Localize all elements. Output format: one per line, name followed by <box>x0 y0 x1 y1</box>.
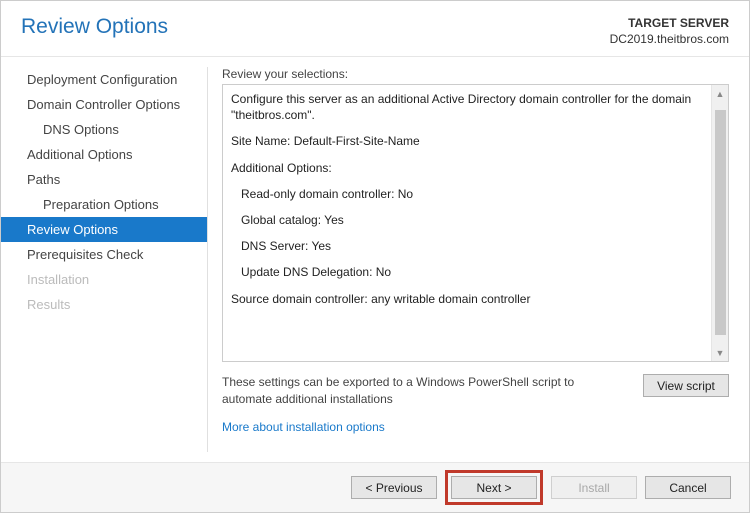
sidebar-item-domain-controller-options[interactable]: Domain Controller Options <box>1 92 208 117</box>
sidebar-item-prerequisites-check[interactable]: Prerequisites Check <box>1 242 208 267</box>
scroll-thumb[interactable] <box>715 110 726 335</box>
target-server-name: DC2019.theitbros.com <box>610 31 729 47</box>
target-server-label: TARGET SERVER <box>610 15 729 31</box>
review-line: Configure this server as an additional A… <box>231 91 703 123</box>
next-button[interactable]: Next > <box>451 476 537 499</box>
view-script-button[interactable]: View script <box>643 374 729 397</box>
sidebar-item-results: Results <box>1 292 208 317</box>
page-title: Review Options <box>21 15 168 50</box>
sidebar-item-preparation-options[interactable]: Preparation Options <box>1 192 208 217</box>
footer: < Previous Next > Install Cancel <box>1 462 749 512</box>
scrollbar[interactable]: ▲ ▼ <box>711 85 728 361</box>
sidebar-item-additional-options[interactable]: Additional Options <box>1 142 208 167</box>
sidebar-item-dns-options[interactable]: DNS Options <box>1 117 208 142</box>
review-line: Read-only domain controller: No <box>231 186 703 202</box>
review-selections-label: Review your selections: <box>222 67 729 81</box>
previous-button[interactable]: < Previous <box>351 476 437 499</box>
review-line: DNS Server: Yes <box>231 238 703 254</box>
sidebar-item-deployment-configuration[interactable]: Deployment Configuration <box>1 67 208 92</box>
scroll-up-icon[interactable]: ▲ <box>712 85 729 102</box>
sidebar: Deployment Configuration Domain Controll… <box>1 57 208 462</box>
main-content: Review your selections: Configure this s… <box>208 57 749 462</box>
target-server-block: TARGET SERVER DC2019.theitbros.com <box>610 15 729 50</box>
review-line: Additional Options: <box>231 160 703 176</box>
review-content: Configure this server as an additional A… <box>223 85 711 361</box>
cancel-button[interactable]: Cancel <box>645 476 731 499</box>
wizard-window: Review Options TARGET SERVER DC2019.thei… <box>0 0 750 513</box>
header: Review Options TARGET SERVER DC2019.thei… <box>1 1 749 57</box>
more-about-installation-link[interactable]: More about installation options <box>222 420 729 434</box>
sidebar-item-paths[interactable]: Paths <box>1 167 208 192</box>
body: Deployment Configuration Domain Controll… <box>1 57 749 462</box>
review-line: Global catalog: Yes <box>231 212 703 228</box>
install-button: Install <box>551 476 637 499</box>
sidebar-item-installation: Installation <box>1 267 208 292</box>
review-line: Source domain controller: any writable d… <box>231 291 703 307</box>
export-description: These settings can be exported to a Wind… <box>222 374 627 408</box>
review-line: Update DNS Delegation: No <box>231 264 703 280</box>
sidebar-item-review-options[interactable]: Review Options <box>1 217 208 242</box>
export-row: These settings can be exported to a Wind… <box>222 374 729 408</box>
review-textbox[interactable]: Configure this server as an additional A… <box>222 84 729 362</box>
scroll-down-icon[interactable]: ▼ <box>712 344 729 361</box>
next-button-highlight: Next > <box>445 470 543 505</box>
review-line: Site Name: Default-First-Site-Name <box>231 133 703 149</box>
